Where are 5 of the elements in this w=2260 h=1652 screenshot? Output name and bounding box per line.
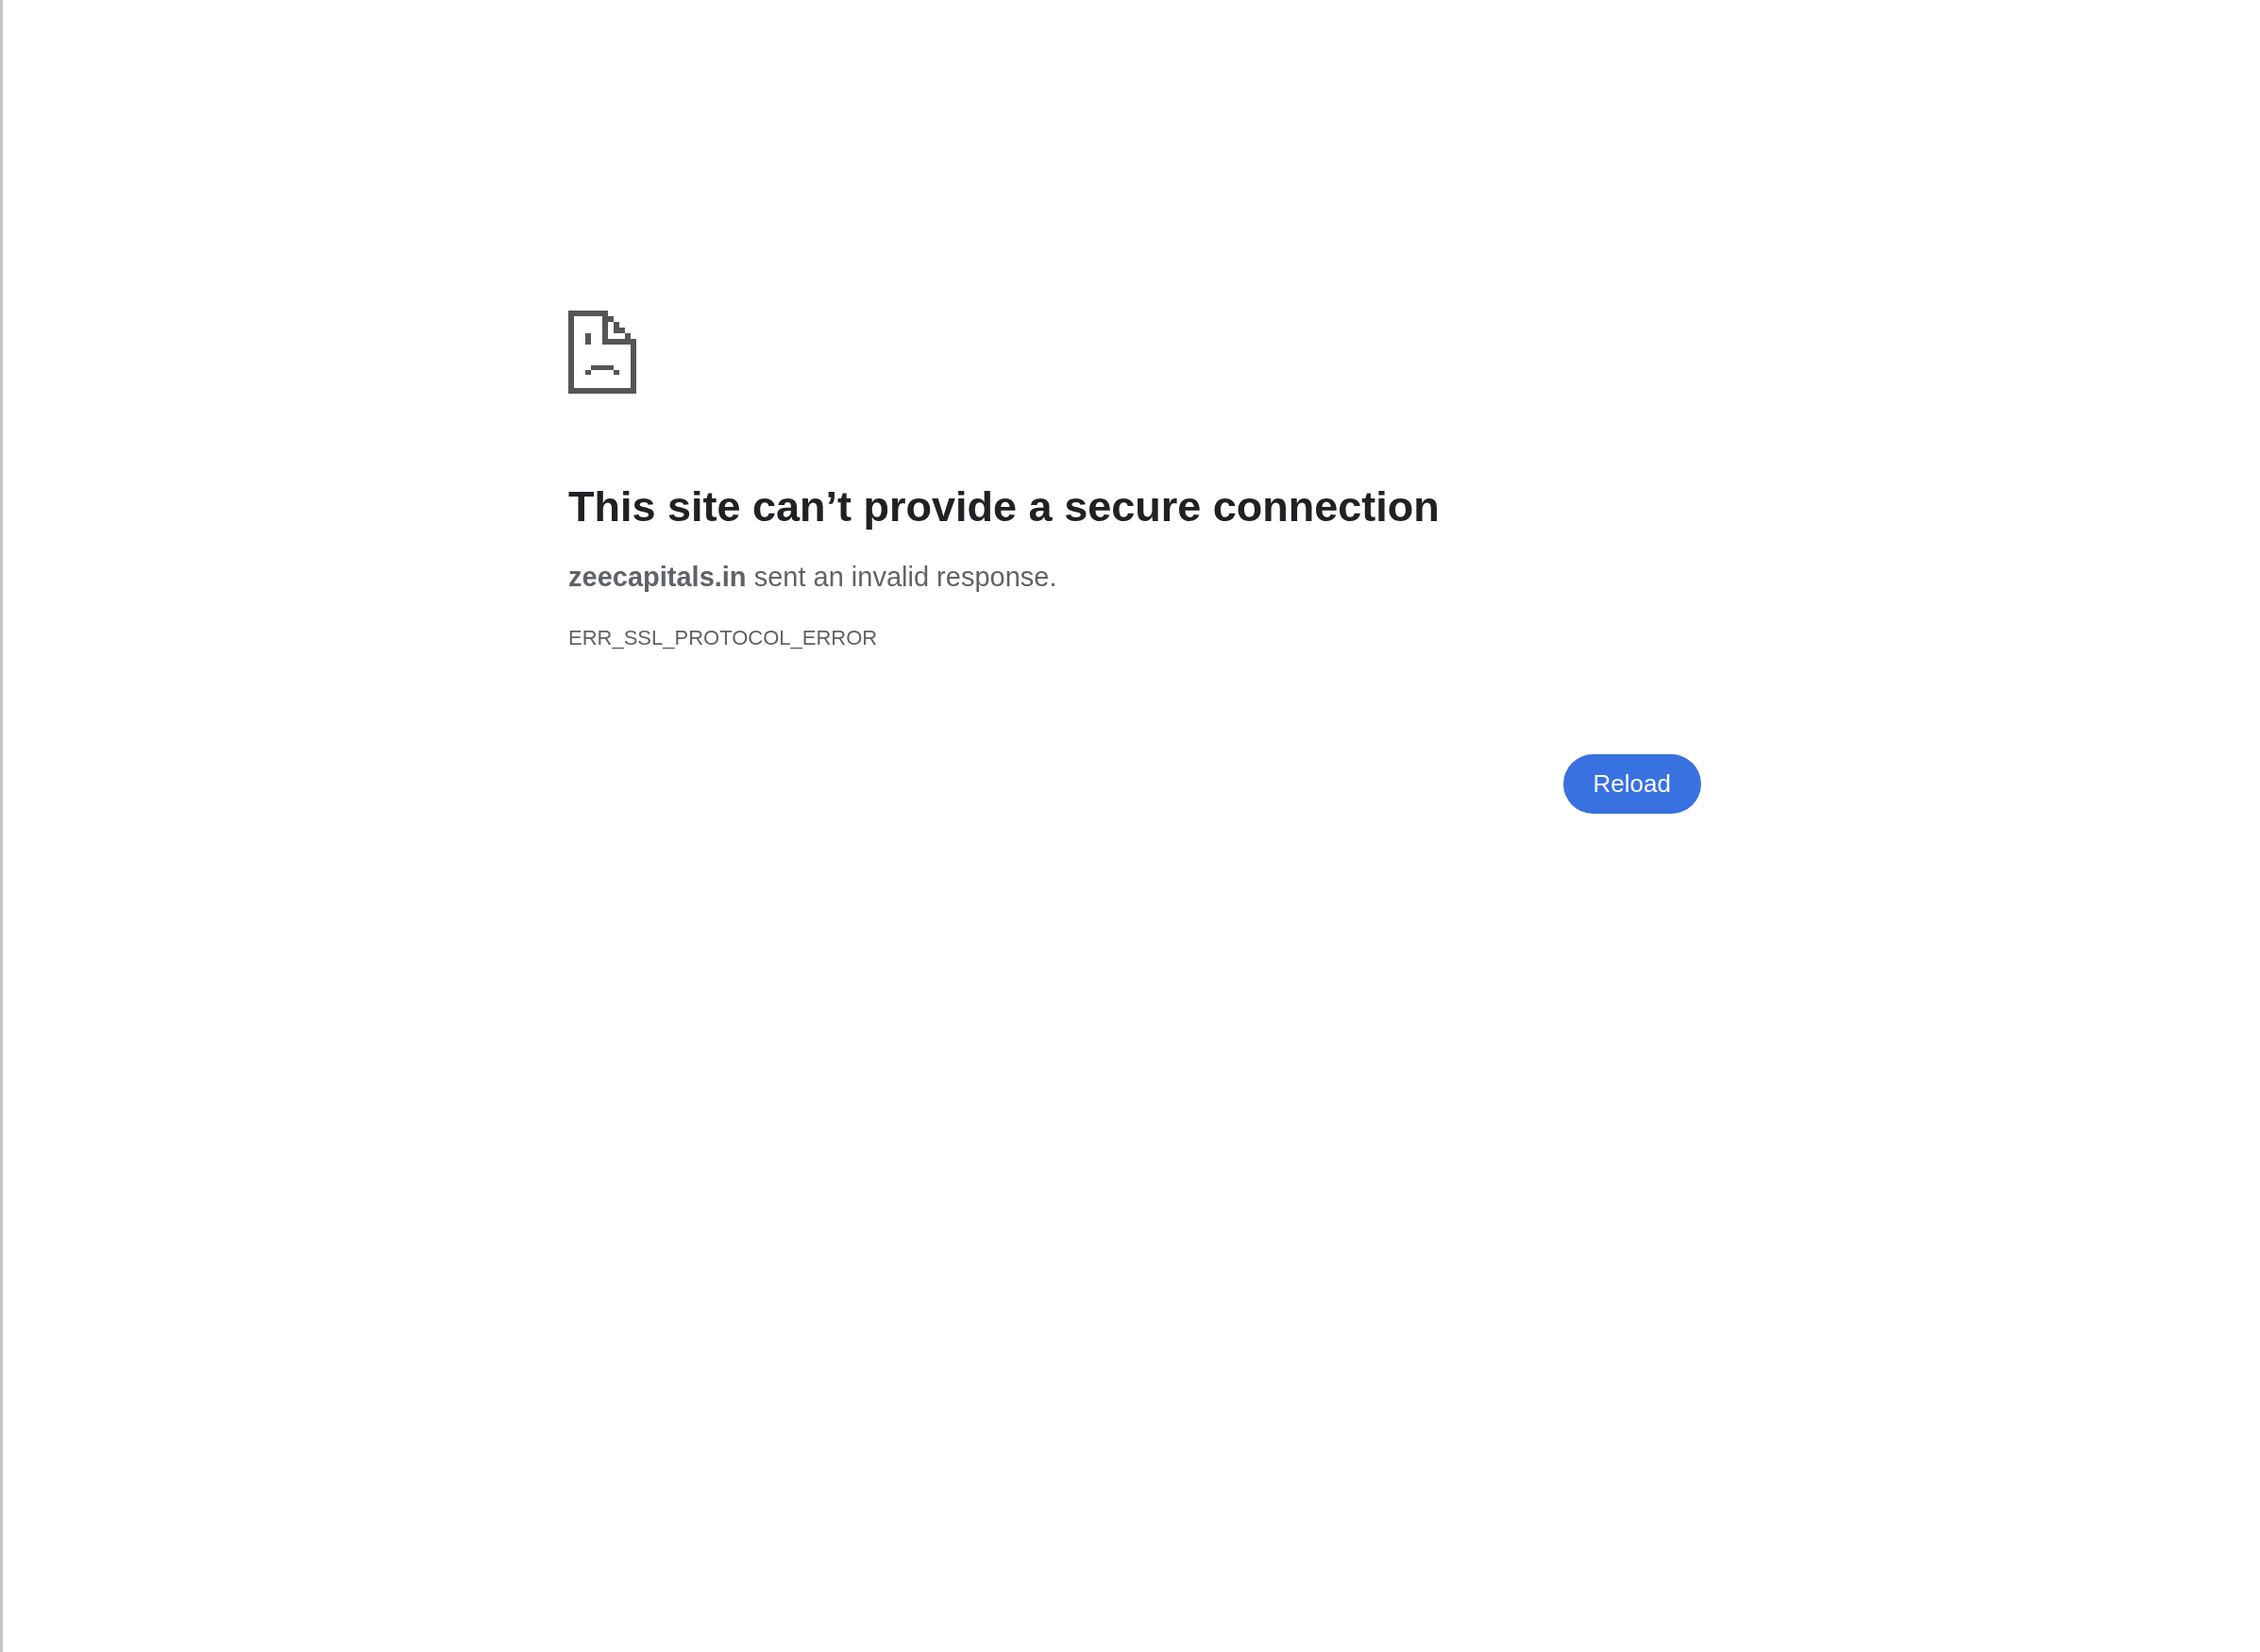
error-title: This site can’t provide a secure connection	[568, 481, 1440, 532]
sad-page-icon	[568, 311, 636, 394]
error-code: ERR_SSL_PROTOCOL_ERROR	[568, 625, 878, 651]
error-message: zeecapitals.in sent an invalid response.	[568, 561, 1057, 594]
reload-button[interactable]: Reload	[1562, 754, 1701, 814]
